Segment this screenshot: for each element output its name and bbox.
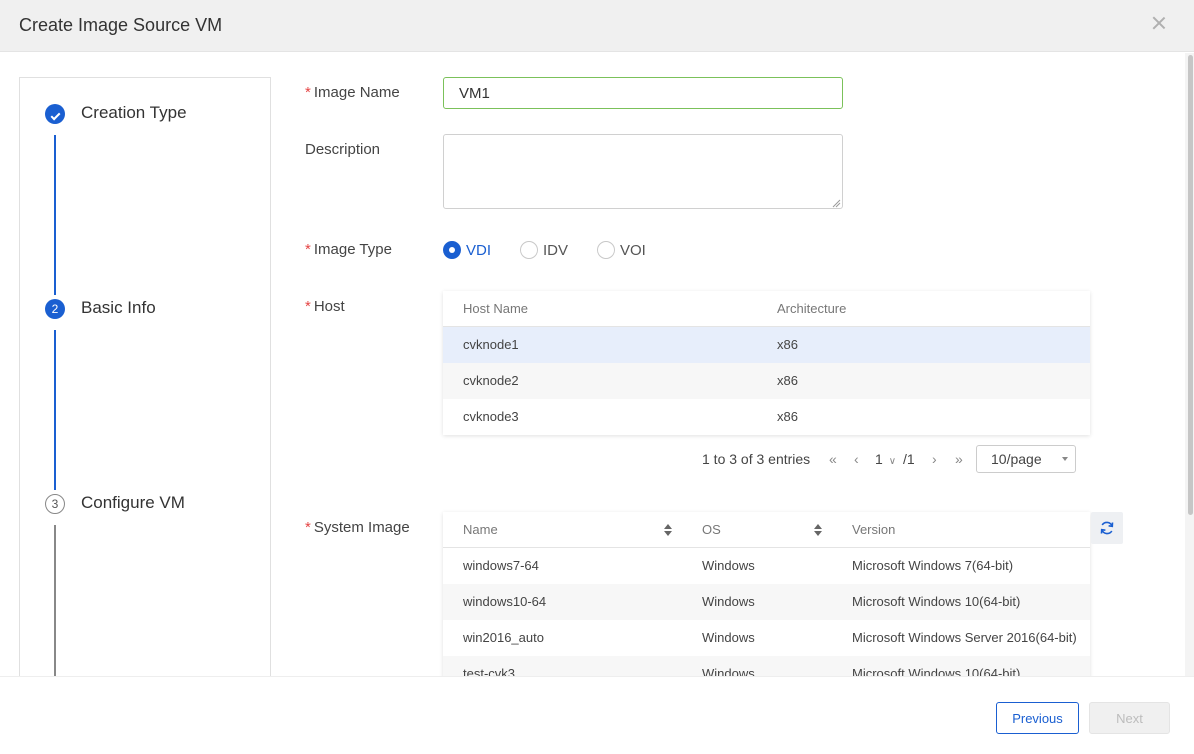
radio-idv[interactable]: IDV [520,241,568,259]
host-name-cell: cvknode1 [463,337,519,352]
page-number-select[interactable]: 1 ∨ [875,445,896,476]
step-connector [54,525,56,676]
table-row[interactable]: cvknode2 x86 [443,363,1090,399]
os-cell: Windows [702,666,755,676]
system-image-label-text: System Image [313,519,410,536]
table-row[interactable]: windows7-64 Windows Microsoft Windows 7(… [443,548,1090,584]
dialog-body: Creation Type 2 Basic Info 3 Configure V… [0,53,1194,676]
system-image-table: Name OS Version windows7-64 Windows Micr… [443,512,1090,676]
sort-icon[interactable] [813,524,823,537]
step-number-configure-vm: 3 [45,494,65,514]
column-header-host-name: Host Name [463,301,529,316]
sort-icon[interactable] [663,524,673,537]
host-label: * Host [305,298,345,315]
current-page: 1 [875,451,883,467]
system-image-label: * System Image [305,519,410,536]
radio-voi-label: VOI [620,241,646,259]
table-row[interactable]: win2016_auto Windows Microsoft Windows S… [443,620,1090,656]
previous-button[interactable]: Previous [996,702,1079,734]
version-cell: Microsoft Windows Server 2016(64-bit) [852,630,1077,645]
image-name-input[interactable] [443,77,843,109]
image-type-label-text: Image Type [313,241,392,258]
table-row[interactable]: cvknode1 x86 [443,327,1090,363]
table-row[interactable]: cvknode3 x86 [443,399,1090,435]
step-sidebar: Creation Type 2 Basic Info 3 Configure V… [19,77,271,676]
required-mark: * [305,519,311,536]
image-name-label: * Image Name [305,84,400,101]
refresh-icon [1100,521,1114,535]
prev-page-icon[interactable]: ‹ [854,445,859,473]
close-icon[interactable] [1150,14,1168,32]
image-name-label-text: Image Name [313,84,400,101]
host-name-cell: cvknode2 [463,373,519,388]
refresh-button[interactable] [1091,512,1123,544]
step-check-icon [45,104,65,124]
total-pages: /1 [903,451,915,467]
os-cell: Windows [702,558,755,573]
next-page-icon[interactable]: › [932,445,937,473]
required-mark: * [305,241,311,258]
page-size-select[interactable]: 10/page [976,445,1076,473]
radio-vdi[interactable]: VDI [443,241,491,259]
image-name-cell: test-cvk3 [463,666,516,676]
scrollbar-thumb[interactable] [1188,55,1193,515]
dialog-title: Create Image Source VM [19,15,223,35]
column-header-version: Version [852,522,896,537]
host-name-cell: cvknode3 [463,409,519,424]
image-name-cell: win2016_auto [463,630,544,645]
step-label-configure-vm: Configure VM [81,493,185,512]
dialog-header: Create Image Source VM [0,0,1194,52]
pagination-summary: 1 to 3 of 3 entries [702,451,811,467]
architecture-cell: x86 [777,373,798,388]
first-page-icon[interactable]: « [829,445,837,473]
architecture-cell: x86 [777,337,798,352]
chevron-down-icon: ∨ [888,456,897,467]
radio-voi[interactable]: VOI [597,241,646,259]
radio-unchecked-icon [520,241,538,259]
table-header: Name OS Version [443,512,1090,548]
column-header-name: Name [463,522,498,537]
step-connector [54,135,56,295]
version-cell: Microsoft Windows 10(64-bit) [852,666,1021,676]
required-mark: * [305,298,311,315]
required-mark: * [305,84,311,101]
image-name-cell: windows7-64 [463,558,539,573]
next-button[interactable]: Next [1089,702,1170,734]
version-cell: Microsoft Windows 10(64-bit) [852,594,1021,609]
radio-vdi-label: VDI [466,241,492,259]
description-label: Description [305,141,381,158]
description-textarea[interactable] [443,134,843,209]
radio-checked-icon [443,241,461,259]
column-header-architecture: Architecture [777,301,847,316]
version-cell: Microsoft Windows 7(64-bit) [852,558,1014,573]
resize-grip-icon[interactable] [831,198,841,208]
step-number-basic-info: 2 [45,299,65,319]
page-size-value: 10/page [991,451,1042,467]
caret-down-icon [1062,457,1068,461]
image-name-cell: windows10-64 [463,594,547,609]
step-label-basic-info: Basic Info [81,298,156,317]
host-label-text: Host [313,298,345,315]
os-cell: Windows [702,594,755,609]
radio-idv-label: IDV [543,241,569,259]
table-row[interactable]: test-cvk3 Windows Microsoft Windows 10(6… [443,656,1090,676]
table-header: Host Name Architecture [443,291,1090,327]
host-table: Host Name Architecture cvknode1 x86 cvkn… [443,291,1090,435]
radio-unchecked-icon [597,241,615,259]
column-header-os: OS [702,522,721,537]
os-cell: Windows [702,630,755,645]
table-row[interactable]: windows10-64 Windows Microsoft Windows 1… [443,584,1090,620]
last-page-icon[interactable]: » [955,445,963,473]
step-label-creation-type: Creation Type [81,103,187,122]
image-type-label: * Image Type [305,241,392,258]
architecture-cell: x86 [777,409,798,424]
